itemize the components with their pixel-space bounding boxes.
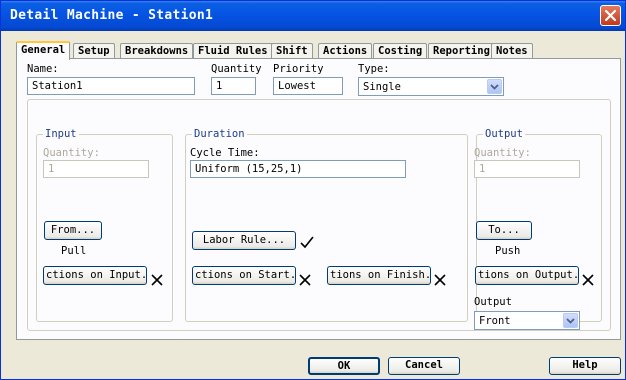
output-direction-select[interactable]: Front (474, 311, 580, 330)
tab-fluid-rules[interactable]: Fluid Rules (193, 43, 273, 59)
duration-group-title: Duration (192, 128, 247, 140)
type-label: Type: (358, 63, 390, 75)
ok-button[interactable]: OK (308, 357, 380, 375)
priority-field[interactable]: Lowest (273, 77, 343, 95)
cycle-time-field[interactable]: Uniform (15,25,1) (190, 160, 406, 178)
output-quantity-field: 1 (474, 160, 580, 178)
window-title: Detail Machine - Station1 (10, 8, 214, 23)
tab-setup[interactable]: Setup (73, 43, 115, 59)
chevron-down-icon[interactable] (563, 313, 578, 328)
input-quantity-label: Quantity: (43, 147, 100, 159)
type-select[interactable]: Single (358, 77, 504, 96)
tab-general[interactable]: General (16, 41, 71, 60)
cancel-button[interactable]: Cancel (388, 357, 460, 375)
input-quantity-field: 1 (43, 160, 149, 178)
x-mark-icon (151, 274, 163, 286)
title-bar[interactable]: Detail Machine - Station1 (1, 1, 625, 31)
input-group-title: Input (43, 128, 79, 140)
output-direction-value: Front (479, 315, 511, 327)
tab-costing[interactable]: Costing (373, 43, 428, 59)
output-quantity-label: Quantity: (474, 147, 531, 159)
priority-label: Priority (273, 63, 324, 75)
chevron-down-icon[interactable] (487, 79, 502, 94)
close-icon (604, 9, 617, 22)
actions-on-finish-button[interactable]: tions on Finish... (327, 266, 431, 285)
output-rule-text: Push (495, 245, 521, 257)
tab-actions[interactable]: Actions (318, 43, 373, 59)
x-mark-icon (434, 274, 446, 286)
help-button[interactable]: Help (549, 357, 621, 375)
dialog-window: Detail Machine - Station1 General Setup … (0, 0, 626, 380)
from-button[interactable]: From... (44, 221, 102, 240)
settings-frame: Input Duration Output (27, 99, 611, 331)
tab-shift[interactable]: Shift (271, 43, 313, 59)
labor-rule-button[interactable]: Labor Rule... (192, 231, 296, 250)
output-direction-label: Output (474, 296, 512, 308)
actions-on-start-button[interactable]: ctions on Start... (192, 266, 296, 285)
name-label: Name: (27, 63, 59, 75)
output-group-title: Output (483, 128, 525, 140)
actions-on-input-button[interactable]: ctions on Input... (43, 266, 147, 285)
name-field[interactable]: Station1 (27, 77, 195, 95)
cycle-time-label: Cycle Time: (190, 147, 260, 159)
input-rule-text: Pull (61, 245, 87, 257)
checkmark-icon (300, 236, 314, 249)
to-button[interactable]: To... (476, 221, 532, 240)
x-mark-icon (299, 274, 311, 286)
x-mark-icon (582, 274, 594, 286)
tab-breakdowns[interactable]: Breakdowns (120, 43, 194, 59)
tab-reporting[interactable]: Reporting (428, 43, 495, 59)
type-select-value: Single (363, 81, 401, 93)
quantity-field[interactable]: 1 (211, 77, 256, 95)
general-tab-panel: Name: Station1 Quantity 1 Priority Lowes… (16, 58, 621, 340)
tab-notes[interactable]: Notes (491, 43, 533, 59)
quantity-label: Quantity (211, 63, 262, 75)
close-button[interactable] (600, 5, 621, 26)
actions-on-output-button[interactable]: tions on Output... (475, 266, 579, 285)
